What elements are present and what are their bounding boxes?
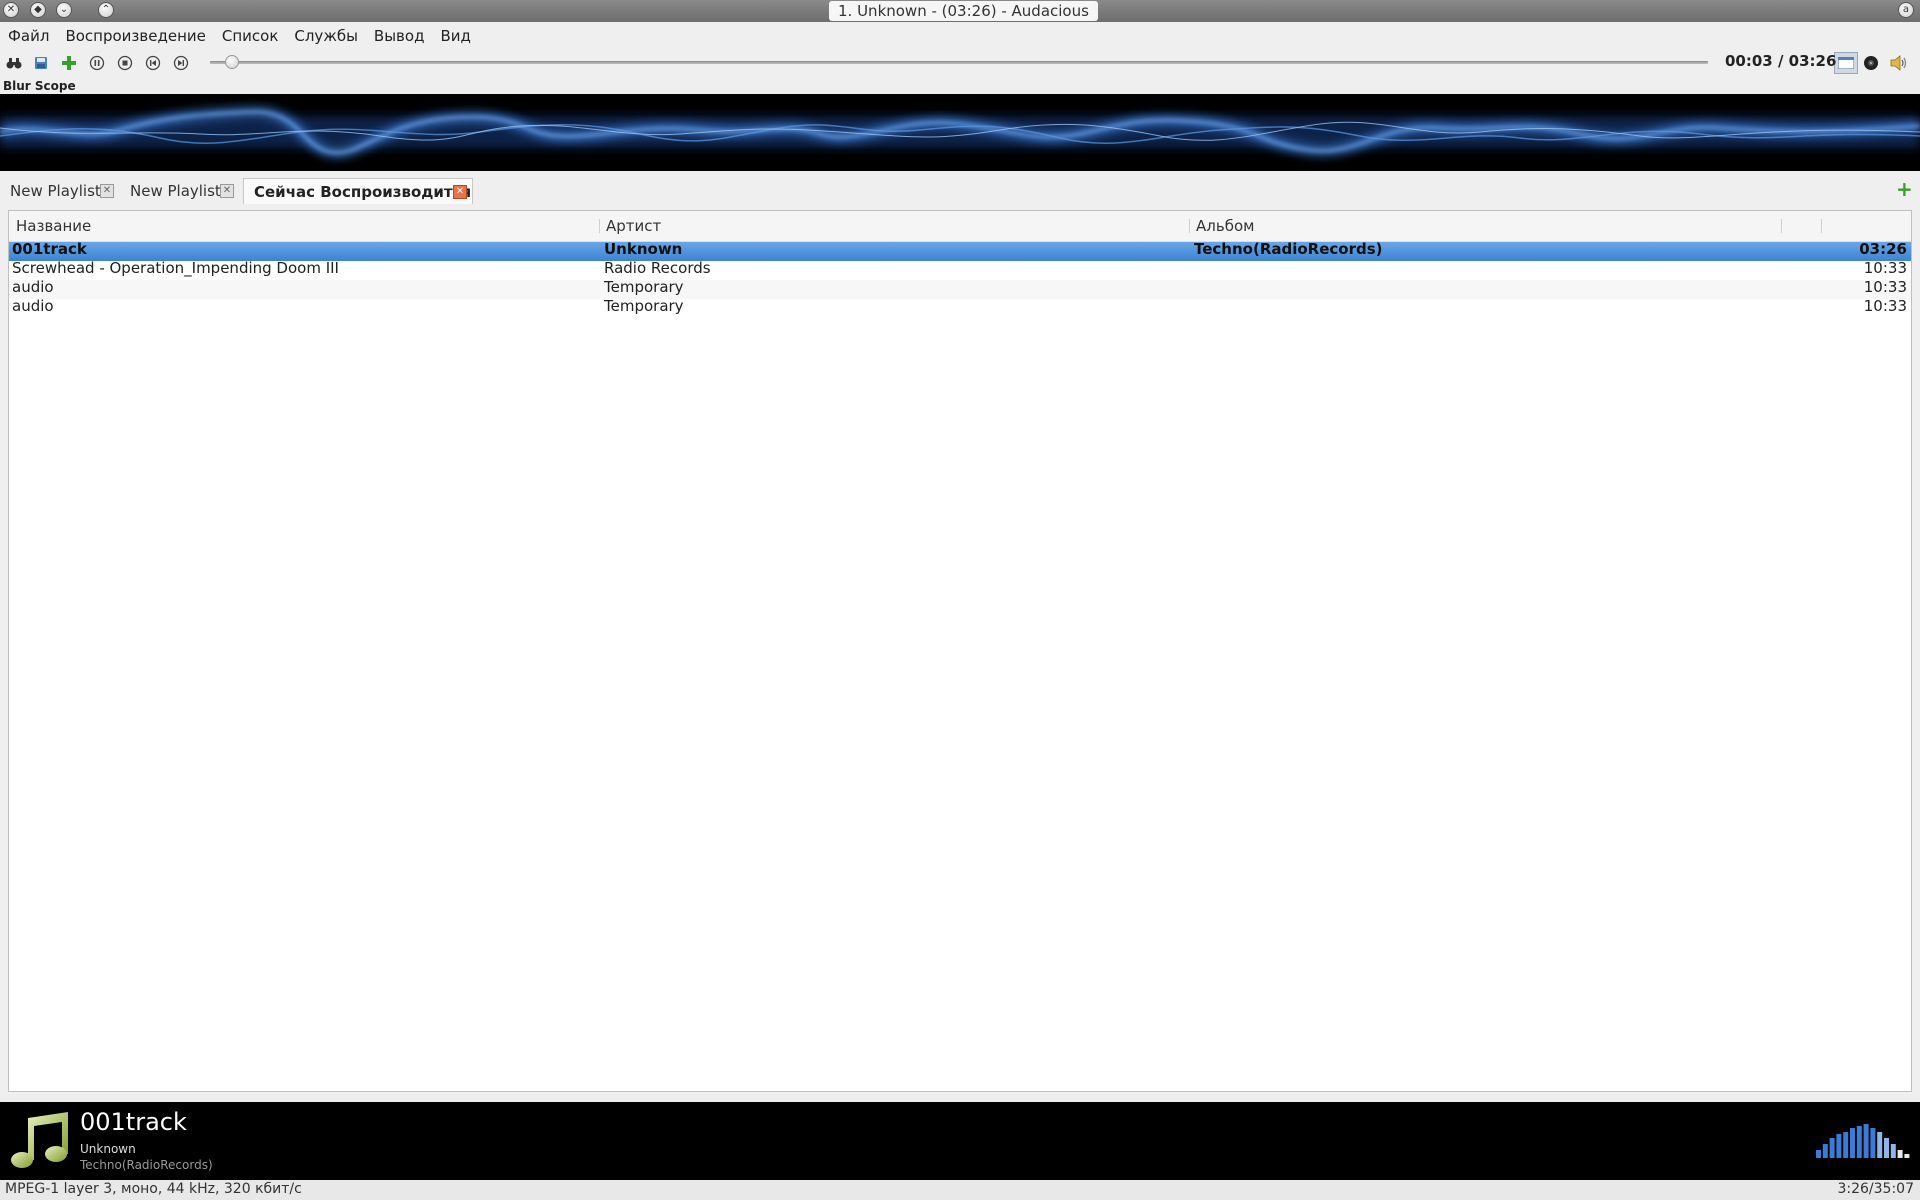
tab-now-playing[interactable]: Сейчас Воспроизводится ✕ xyxy=(243,178,473,204)
close-icon[interactable]: ✕ xyxy=(453,185,467,199)
volume-icon[interactable] xyxy=(1890,54,1908,72)
spectrum-bar xyxy=(1897,1150,1903,1158)
spectrum-bar xyxy=(1836,1134,1842,1158)
row-length: 10:33 xyxy=(1863,280,1907,296)
spectrum-bar xyxy=(1890,1144,1896,1158)
playlist-row[interactable]: audio Temporary 10:33 xyxy=(9,299,1911,318)
now-playing-title: 001track xyxy=(80,1108,187,1136)
playlist-view[interactable]: Название Артист Альбом 001track Unknown … xyxy=(8,210,1912,1092)
row-artist: Temporary xyxy=(604,280,684,296)
column-divider[interactable] xyxy=(1189,219,1190,233)
row-artist: Unknown xyxy=(604,242,683,258)
menu-bar: Файл Воспроизведение Список Службы Вывод… xyxy=(0,22,1920,50)
time-display: 00:03 / 03:26 xyxy=(1725,52,1837,70)
visualizer-label: Blur Scope xyxy=(3,79,76,93)
window-title: 1. Unknown - (03:26) - Audacious xyxy=(829,1,1098,21)
tab-new-playlist-2[interactable]: New Playlist ✕ xyxy=(120,178,240,204)
status-bar: MPEG-1 layer 3, моно, 44 kHz, 320 кбит/с… xyxy=(0,1180,1920,1200)
spectrum-bar xyxy=(1843,1132,1849,1158)
playlist-toggle-icon[interactable] xyxy=(1834,52,1858,74)
title-bar: ✕ ◆ ⌄ ⌃ 1. Unknown - (03:26) - Audacious… xyxy=(0,0,1920,22)
spectrum-analyzer xyxy=(1816,1118,1912,1162)
tab-label: Сейчас Воспроизводится xyxy=(254,183,472,201)
previous-icon[interactable] xyxy=(144,54,162,72)
music-note-icon xyxy=(10,1112,70,1174)
spectrum-bar xyxy=(1863,1124,1869,1158)
open-icon[interactable] xyxy=(32,54,50,72)
spectrum-bar xyxy=(1904,1154,1910,1158)
app-menu-button[interactable]: a xyxy=(1898,2,1914,18)
row-artist: Temporary xyxy=(604,299,684,315)
seek-bar[interactable] xyxy=(210,61,1708,64)
menu-file[interactable]: Файл xyxy=(8,27,49,45)
playlist-row[interactable]: 001track Unknown Techno(RadioRecords) 03… xyxy=(9,242,1911,261)
row-title: 001track xyxy=(12,242,87,258)
column-divider[interactable] xyxy=(1781,219,1782,233)
column-title-header[interactable]: Название xyxy=(16,217,91,235)
row-title: audio xyxy=(12,299,54,315)
row-title: audio xyxy=(12,280,54,296)
row-album: Techno(RadioRecords) xyxy=(1194,242,1383,258)
column-divider[interactable] xyxy=(1821,219,1822,233)
column-artist-header[interactable]: Артист xyxy=(606,217,661,235)
pause-icon[interactable] xyxy=(88,54,106,72)
add-icon[interactable] xyxy=(60,54,78,72)
playlist-tabs: New Playlist ✕ New Playlist ✕ Сейчас Вос… xyxy=(0,178,1920,204)
row-length: 10:33 xyxy=(1863,261,1907,277)
tab-new-playlist-1[interactable]: New Playlist ✕ xyxy=(0,178,118,204)
menu-playlist[interactable]: Список xyxy=(222,27,279,45)
spectrum-bar xyxy=(1816,1150,1821,1158)
now-playing-artist: Unknown xyxy=(80,1142,136,1156)
row-length: 03:26 xyxy=(1859,242,1907,258)
minimize-window-button[interactable]: ⌄ xyxy=(56,2,72,18)
spectrum-bar xyxy=(1877,1132,1883,1158)
tab-label: New Playlist xyxy=(10,182,101,200)
options-window-button[interactable]: ◆ xyxy=(30,2,46,18)
row-title: Screwhead - Operation_Impending Doom III xyxy=(12,261,339,277)
row-length: 10:33 xyxy=(1863,299,1907,315)
menu-playback[interactable]: Воспроизведение xyxy=(65,27,205,45)
stop-icon[interactable] xyxy=(116,54,134,72)
column-divider[interactable] xyxy=(599,219,600,233)
spectrum-bar xyxy=(1829,1138,1835,1158)
menu-services[interactable]: Службы xyxy=(294,27,358,45)
spectrum-bar xyxy=(1822,1144,1828,1158)
playlist-row[interactable]: audio Temporary 10:33 xyxy=(9,280,1911,299)
spectrum-bar xyxy=(1870,1128,1876,1158)
spectrum-bar xyxy=(1884,1138,1889,1158)
close-window-button[interactable]: ✕ xyxy=(3,2,19,18)
now-playing-album: Techno(RadioRecords) xyxy=(80,1158,213,1172)
menu-output[interactable]: Вывод xyxy=(374,27,425,45)
row-artist: Radio Records xyxy=(604,261,711,277)
stream-format: MPEG-1 layer 3, моно, 44 kHz, 320 кбит/с xyxy=(5,1181,302,1197)
spectrum-bar xyxy=(1856,1126,1862,1158)
close-icon[interactable]: ✕ xyxy=(100,184,114,198)
add-playlist-icon[interactable]: + xyxy=(1896,179,1913,199)
maximize-window-button[interactable]: ⌃ xyxy=(98,2,114,18)
playlist-header: Название Артист Альбом xyxy=(9,211,1911,242)
now-playing-area: 001track Unknown Techno(RadioRecords) xyxy=(0,1102,1920,1180)
equalizer-icon[interactable] xyxy=(1862,54,1880,72)
playlist-total-time: 3:26/35:07 xyxy=(1837,1181,1914,1197)
close-icon[interactable]: ✕ xyxy=(220,184,234,198)
spectrum-bar xyxy=(1850,1128,1855,1158)
playlist-row[interactable]: Screwhead - Operation_Impending Doom III… xyxy=(9,261,1911,280)
menu-view[interactable]: Вид xyxy=(440,27,470,45)
search-icon[interactable] xyxy=(5,54,23,72)
blur-scope-visualizer xyxy=(0,94,1920,171)
tab-label: New Playlist xyxy=(130,182,221,200)
column-album-header[interactable]: Альбом xyxy=(1196,217,1254,235)
next-icon[interactable] xyxy=(172,54,190,72)
